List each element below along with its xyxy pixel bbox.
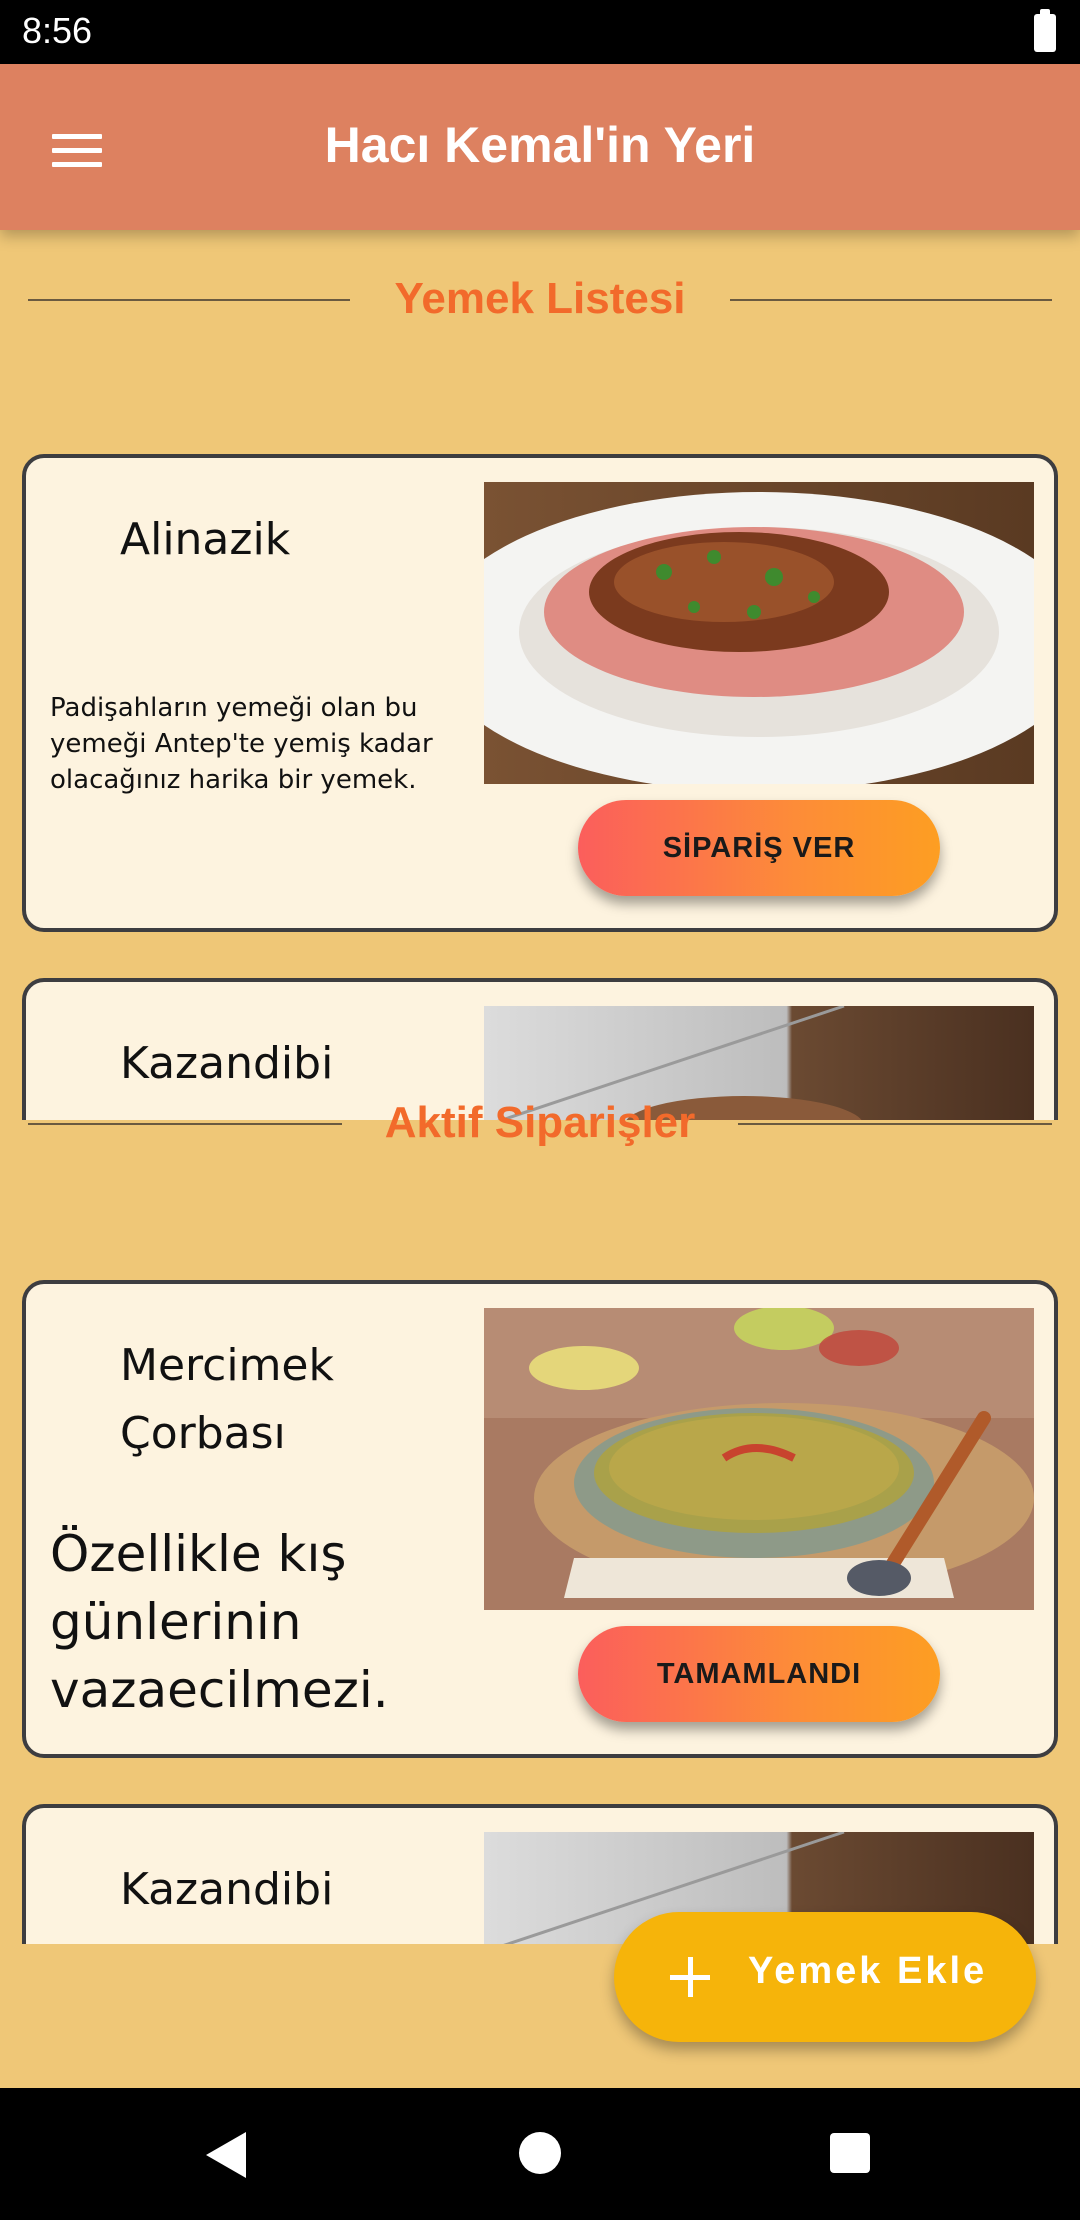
- order-button[interactable]: SİPARİŞ VER: [578, 800, 940, 896]
- alinazik-photo: [484, 482, 1034, 784]
- add-food-fab[interactable]: Yemek Ekle: [614, 1912, 1036, 2042]
- system-nav-bar: [0, 2088, 1080, 2220]
- plus-icon: [670, 1957, 710, 1997]
- food-description: Padişahların yemeği olan bu yemeği Antep…: [50, 693, 433, 795]
- menu-section-header: Yemek Listesi: [28, 270, 1052, 330]
- recents-icon[interactable]: [830, 2133, 870, 2173]
- status-time: 8:56: [22, 10, 93, 51]
- orders-section-header: Aktif Siparişler: [28, 1094, 1052, 1154]
- food-name: Alinazik: [120, 514, 291, 565]
- back-icon[interactable]: [206, 2132, 246, 2178]
- orders-list[interactable]: Mercimek Çorbası Özellikle kış günlerini…: [0, 1200, 1080, 1944]
- food-name: Mercimek Çorbası: [120, 1340, 334, 1459]
- lentil-soup-photo: [484, 1308, 1034, 1610]
- app-screen: Hacı Kemal'in Yeri Yemek Listesi Alinazi…: [0, 64, 1080, 2088]
- order-card: Mercimek Çorbası Özellikle kış günlerini…: [22, 1280, 1058, 1758]
- food-name: Kazandibi: [120, 1038, 334, 1089]
- menu-section-title: Yemek Listesi: [394, 274, 686, 323]
- app-title: Hacı Kemal'in Yeri: [324, 117, 756, 173]
- add-food-label: Yemek Ekle: [748, 1950, 988, 1992]
- battery-icon: [1034, 9, 1056, 52]
- home-icon[interactable]: [519, 2132, 561, 2174]
- food-description: Özellikle kış günlerinin vazaecilmezi.: [50, 1525, 389, 1719]
- orders-section-title: Aktif Siparişler: [384, 1098, 696, 1147]
- status-bar: 8:56: [0, 0, 1080, 64]
- menu-list[interactable]: Alinazik Padişahların yemeği olan bu yem…: [0, 374, 1080, 1120]
- complete-button[interactable]: TAMAMLANDI: [578, 1626, 940, 1722]
- app-bar: Hacı Kemal'in Yeri: [0, 64, 1080, 230]
- food-name: Kazandibi: [120, 1864, 334, 1915]
- food-card: Alinazik Padişahların yemeği olan bu yem…: [22, 454, 1058, 932]
